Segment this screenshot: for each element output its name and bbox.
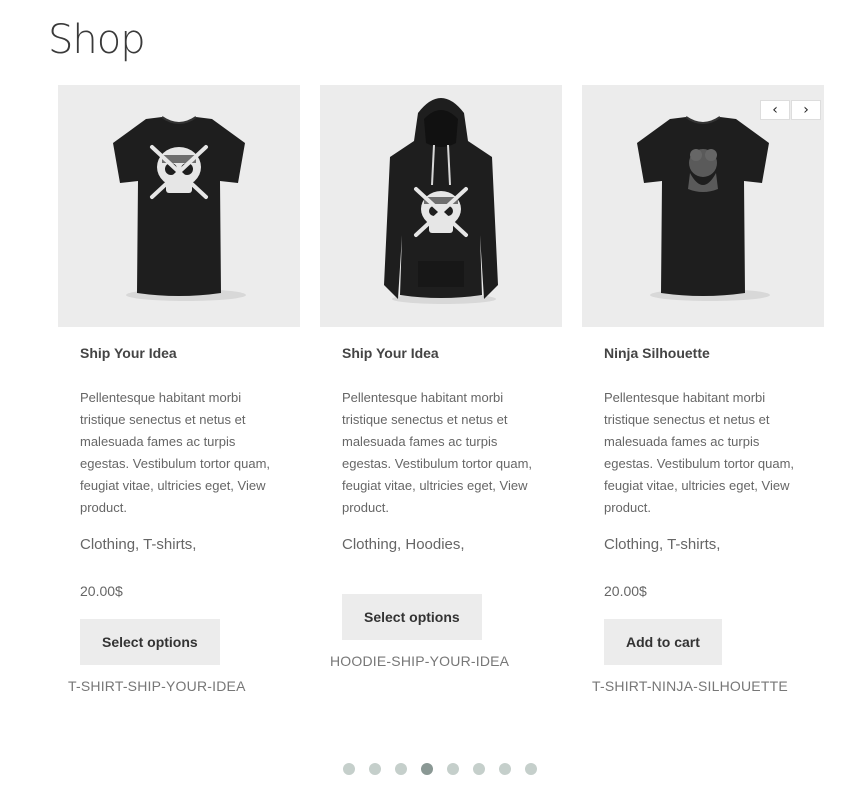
product-price: 20.00$ — [80, 583, 123, 599]
pagination-dot[interactable] — [499, 763, 511, 775]
product-card: Ship Your Idea Pellentesque habitant mor… — [320, 85, 562, 669]
black-tshirt-ninja-image[interactable] — [582, 85, 824, 327]
product-sku: HOODIE-SHIP-YOUR-IDEA — [330, 653, 510, 669]
pagination-dot[interactable] — [343, 763, 355, 775]
product-name[interactable]: Ninja Silhouette — [604, 345, 710, 361]
product-sku: T-SHIRT-NINJA-SILHOUETTE — [592, 678, 788, 694]
carousel-nav: ‹ › — [760, 100, 822, 120]
product-description: Pellentesque habitant morbi tristique se… — [604, 390, 795, 515]
pagination-dot[interactable] — [525, 763, 537, 775]
pagination-dot[interactable] — [473, 763, 485, 775]
black-hoodie-skull-image[interactable] — [320, 85, 562, 327]
pagination-dot[interactable] — [369, 763, 381, 775]
product-card: Ninja Silhouette Pellentesque habitant m… — [582, 85, 824, 694]
product-sku: T-SHIRT-SHIP-YOUR-IDEA — [68, 678, 246, 694]
product-description: Pellentesque habitant morbi tristique se… — [80, 390, 271, 515]
add-to-cart-button[interactable]: Add to cart — [604, 619, 722, 665]
carousel-pagination — [343, 763, 551, 775]
product-name[interactable]: Ship Your Idea — [80, 345, 177, 361]
chevron-left-icon[interactable]: ‹ — [760, 100, 790, 120]
pagination-dot[interactable] — [395, 763, 407, 775]
product-name[interactable]: Ship Your Idea — [342, 345, 439, 361]
select-options-button[interactable]: Select options — [342, 594, 482, 640]
product-categories[interactable]: Clothing, Hoodies, — [342, 536, 465, 553]
chevron-right-icon[interactable]: › — [791, 100, 821, 120]
product-price: 20.00$ — [604, 583, 647, 599]
select-options-button[interactable]: Select options — [80, 619, 220, 665]
product-carousel: Ship Your Idea Pellentesque habitant mor… — [0, 0, 861, 799]
black-tshirt-skull-image[interactable] — [58, 85, 300, 327]
pagination-dot[interactable] — [421, 763, 433, 775]
pagination-dot[interactable] — [447, 763, 459, 775]
product-categories[interactable]: Clothing, T-shirts, — [80, 536, 196, 553]
product-description: Pellentesque habitant morbi tristique se… — [342, 390, 533, 515]
product-card: Ship Your Idea Pellentesque habitant mor… — [58, 85, 300, 694]
product-categories[interactable]: Clothing, T-shirts, — [604, 536, 720, 553]
